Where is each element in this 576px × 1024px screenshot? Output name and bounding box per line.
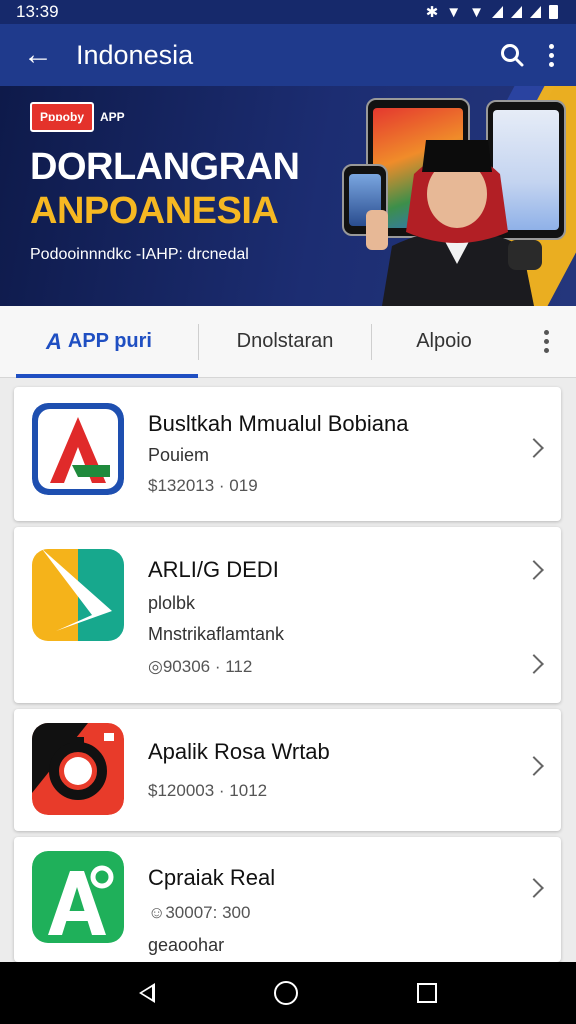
chevron-right-icon[interactable] — [524, 438, 544, 458]
status-bar: 13:39 ✱ ▼ ▼ — [0, 0, 576, 24]
app-title: Busltkah Mmualul Bobiana — [148, 411, 409, 436]
banner-headline: DORLANGRAN — [30, 146, 300, 188]
list-item[interactable]: Cpraiak Real ☺30007: 300 geaoohar — [14, 837, 561, 962]
promo-banner[interactable]: Pɒɒoby APP DORLANGRAN ANPOANESIA Podooin… — [0, 86, 576, 306]
app-title: Apalik Rosa Wrtab — [148, 739, 330, 764]
banner-logo: Pɒɒoby APP — [30, 102, 125, 132]
tab-app[interactable]: A APP puri — [0, 306, 198, 378]
app-icon — [32, 403, 124, 495]
chevron-right-icon[interactable] — [524, 560, 544, 580]
nav-home-icon[interactable] — [273, 981, 298, 1005]
app-subtitle: Pouiem — [148, 445, 210, 465]
page-title: Indonesia — [76, 39, 194, 70]
app-subtitle: plolbk — [148, 593, 196, 613]
banner-subtitle: Podooinnndkc -IAHP: drcnedal — [30, 246, 249, 263]
list-item[interactable]: Apalik Rosa Wrtab $120003 · 1012 — [14, 709, 561, 831]
back-arrow-icon[interactable]: ← — [0, 38, 76, 72]
app-logo-icon: A — [46, 328, 62, 354]
chevron-right-icon[interactable] — [524, 654, 544, 674]
search-icon[interactable] — [499, 42, 525, 68]
tab-label: APP puri — [67, 330, 152, 352]
app-title: Cpraiak Real — [148, 865, 276, 890]
nav-recents-icon[interactable] — [416, 983, 437, 1003]
signal-icon-2 — [511, 6, 522, 18]
list-item[interactable]: ARLI/G DEDI plolbk Mnstrikaflamtank ◎903… — [14, 527, 561, 703]
list-item[interactable]: Busltkah Mmualul Bobiana Pouiem $132013 … — [14, 387, 561, 521]
tab-more-icon[interactable] — [516, 330, 576, 353]
tab-downloads[interactable]: Dnolstaran — [199, 306, 371, 378]
app-meta: $120003 · 1012 — [148, 781, 268, 800]
status-time: 13:39 — [16, 2, 59, 21]
banner-headline-accent: ANPOANESIA — [30, 190, 279, 232]
person-image — [366, 140, 542, 306]
logo-app-label: APP — [100, 110, 125, 124]
wifi-icon: ▼ — [446, 3, 462, 21]
chevron-right-icon[interactable] — [524, 756, 544, 776]
app-meta: ◎90306 · 112 — [148, 657, 253, 676]
app-description: Mnstrikaflamtank — [148, 624, 285, 644]
system-nav-bar — [0, 962, 576, 1024]
app-subtitle: geaoohar — [148, 935, 225, 955]
logo-badge: Pɒɒoby — [30, 102, 94, 132]
app-meta: ☺30007: 300 — [148, 903, 251, 922]
app-icon — [32, 723, 124, 815]
app-icon — [32, 851, 124, 943]
more-options-icon[interactable] — [549, 43, 554, 67]
tab-label: Dnolstaran — [236, 330, 334, 352]
app-meta: $132013 · 019 — [148, 476, 258, 495]
chevron-right-icon[interactable] — [524, 878, 544, 898]
nav-back-icon[interactable] — [139, 983, 156, 1003]
bluetooth-icon: ✱ — [425, 4, 439, 21]
tab-apps[interactable]: Alpoio — [372, 306, 516, 378]
signal-icon-3 — [530, 6, 541, 18]
signal-icon — [492, 6, 503, 18]
tab-bar: A APP puri Dnolstaran Alpoio — [0, 306, 576, 378]
app-icon — [32, 549, 124, 641]
status-icons: ✱ ▼ ▼ — [426, 3, 558, 21]
app-bar: ← Indonesia — [0, 24, 576, 86]
tab-label: Alpoio — [416, 330, 472, 352]
battery-icon — [549, 5, 558, 19]
app-title: ARLI/G DEDI — [148, 557, 279, 582]
wifi-icon-2: ▼ — [469, 3, 484, 21]
